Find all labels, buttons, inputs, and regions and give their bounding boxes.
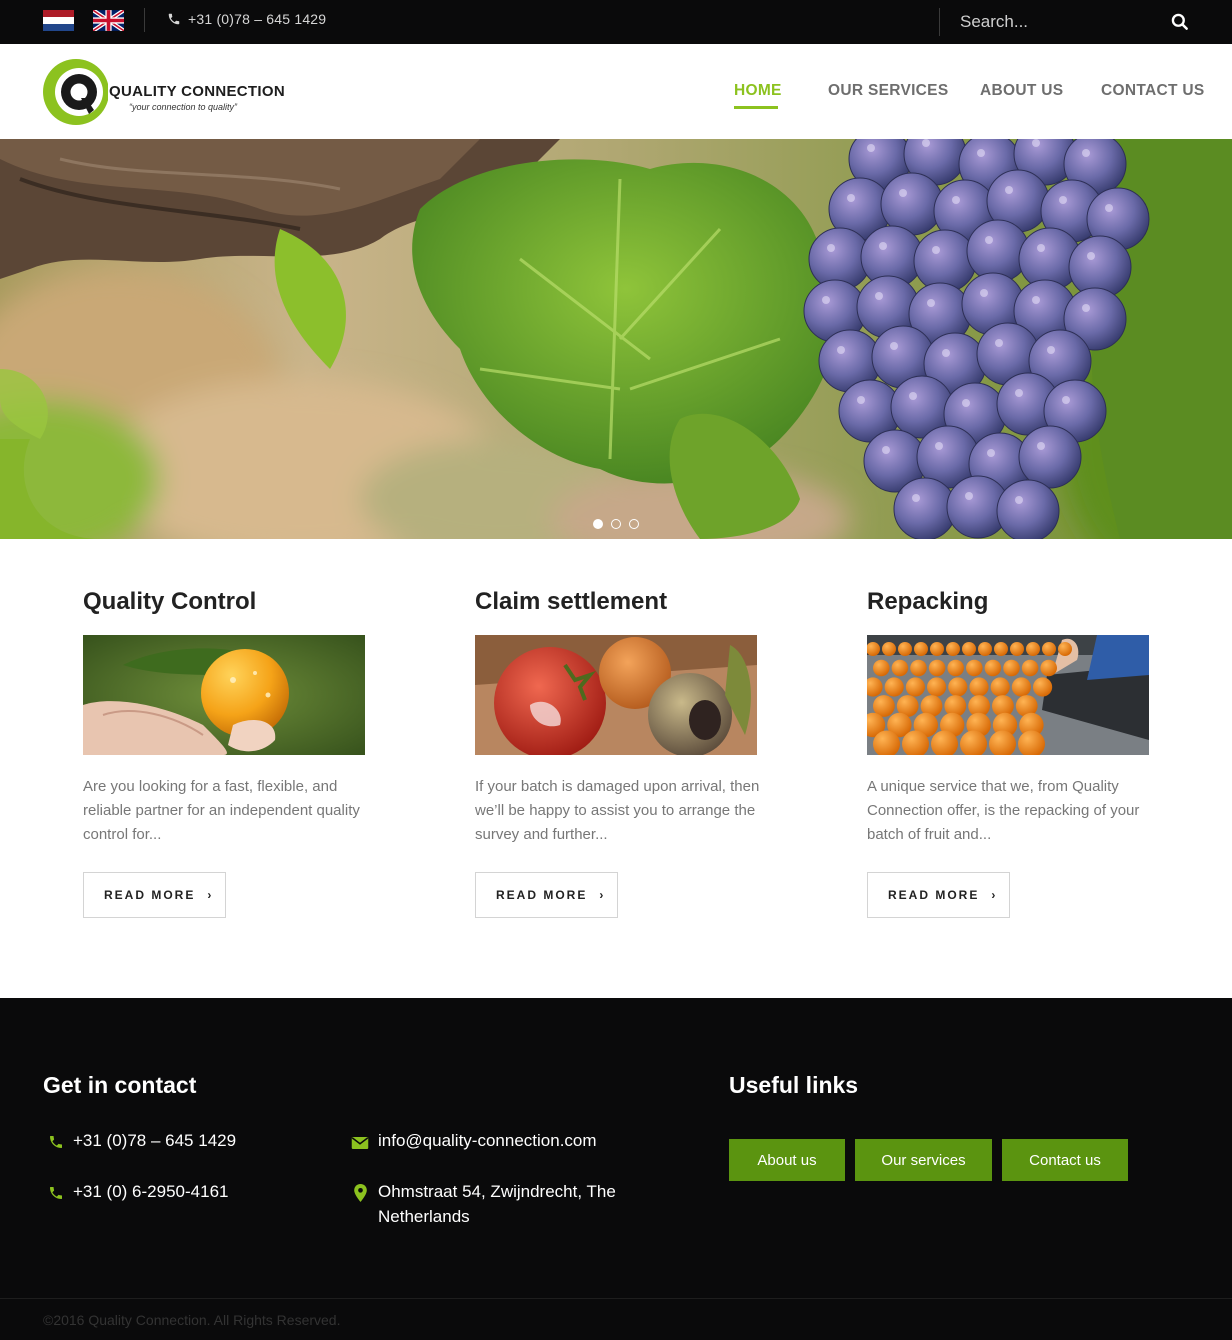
link-button-about-us[interactable]: About us bbox=[729, 1139, 845, 1181]
nav-our-services[interactable]: OUR SERVICES bbox=[828, 82, 948, 100]
nav-active-underline bbox=[734, 106, 778, 109]
link-button-contact-us[interactable]: Contact us bbox=[1002, 1139, 1128, 1181]
slider-dot-3[interactable] bbox=[629, 519, 639, 529]
logo[interactable]: QUALITY CONNECTION “your connection to q… bbox=[42, 54, 285, 130]
slider-dot-2[interactable] bbox=[611, 519, 621, 529]
footer-address-line-2: Netherlands bbox=[378, 1207, 470, 1226]
link-button-our-services[interactable]: Our services bbox=[855, 1139, 992, 1181]
nav-contact-us[interactable]: CONTACT US bbox=[1101, 82, 1204, 100]
chevron-right-icon: › bbox=[207, 888, 212, 902]
hero-slider[interactable] bbox=[0, 139, 1232, 539]
topbar-divider bbox=[144, 8, 145, 32]
contact-heading: Get in contact bbox=[43, 1072, 197, 1098]
read-more-label: READ MORE bbox=[888, 888, 980, 902]
damaged-fruit-image[interactable] bbox=[475, 635, 757, 755]
read-more-label: READ MORE bbox=[496, 888, 588, 902]
read-more-button-repacking[interactable]: READ MORE › bbox=[867, 872, 1010, 918]
map-pin-icon bbox=[354, 1184, 367, 1202]
logo-q-icon bbox=[43, 59, 108, 125]
site-header: QUALITY CONNECTION “your connection to q… bbox=[0, 44, 1232, 139]
logo-name: QUALITY CONNECTION bbox=[109, 83, 285, 100]
footer-phone-1[interactable]: +31 (0)78 – 645 1429 bbox=[73, 1131, 236, 1151]
search-divider bbox=[939, 8, 940, 36]
logo-tagline: “your connection to quality” bbox=[129, 102, 238, 112]
copyright-text: ©2016 Quality Connection. All Rights Res… bbox=[43, 1312, 341, 1328]
read-more-button-claim-settlement[interactable]: READ MORE › bbox=[475, 872, 618, 918]
useful-links-heading: Useful links bbox=[729, 1072, 859, 1098]
service-text-quality-control: Are you looking for a fast, flexible, an… bbox=[83, 778, 360, 843]
service-text-claim-settlement: If your batch is damaged upon arrival, t… bbox=[475, 778, 760, 843]
service-title-claim-settlement: Claim settlement bbox=[475, 588, 668, 615]
email-icon bbox=[351, 1137, 369, 1149]
uk-flag-icon[interactable] bbox=[93, 10, 124, 31]
service-text-repacking: A unique service that we, from Quality C… bbox=[867, 778, 1140, 843]
chevron-right-icon: › bbox=[599, 888, 604, 902]
read-more-label: READ MORE bbox=[104, 888, 196, 902]
phone-icon bbox=[50, 1136, 62, 1148]
footer-phone-2[interactable]: +31 (0) 6-2950-4161 bbox=[73, 1182, 228, 1202]
nav-home[interactable]: HOME bbox=[734, 82, 782, 100]
orange-hand-image[interactable] bbox=[83, 635, 365, 755]
topbar-phone[interactable]: +31 (0)78 – 645 1429 bbox=[188, 11, 326, 27]
read-more-button-quality-control[interactable]: READ MORE › bbox=[83, 872, 226, 918]
oranges-conveyor-image[interactable] bbox=[867, 635, 1149, 755]
phone-icon bbox=[50, 1187, 62, 1199]
search-input[interactable] bbox=[950, 6, 1150, 38]
chevron-right-icon: › bbox=[991, 888, 996, 902]
phone-icon bbox=[168, 13, 180, 25]
service-title-quality-control: Quality Control bbox=[83, 588, 257, 615]
footer-divider bbox=[0, 1298, 1232, 1299]
service-title-repacking: Repacking bbox=[867, 588, 989, 615]
hero-grapes-image bbox=[0, 139, 1232, 539]
site-footer: Get in contact +31 (0)78 – 645 1429 +31 … bbox=[0, 998, 1232, 1340]
footer-email[interactable]: info@quality-connection.com bbox=[378, 1131, 597, 1151]
nav-about-us[interactable]: ABOUT US bbox=[980, 82, 1063, 100]
top-bar: +31 (0)78 – 645 1429 bbox=[0, 0, 1232, 44]
search-icon[interactable] bbox=[1170, 12, 1190, 32]
dutch-flag-icon[interactable] bbox=[43, 10, 74, 31]
footer-address-line-1: Ohmstraat 54, Zwijndrecht, The bbox=[378, 1182, 616, 1201]
slider-dot-1[interactable] bbox=[593, 519, 603, 529]
